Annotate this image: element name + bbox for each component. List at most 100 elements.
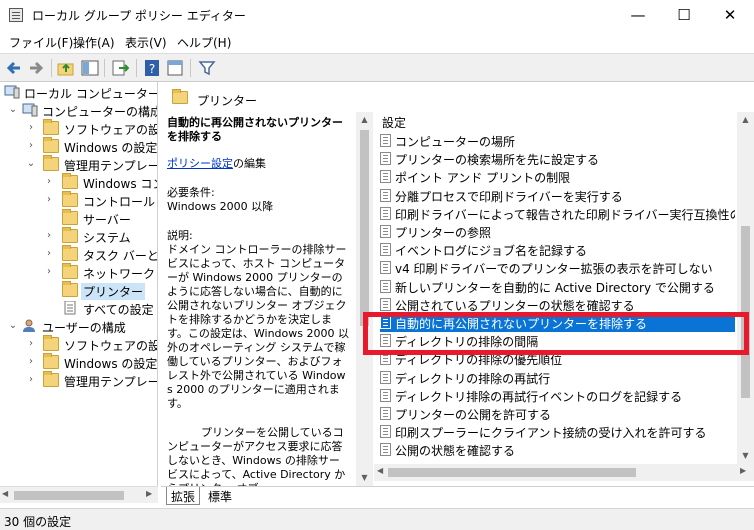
policy-setting-icon bbox=[380, 407, 391, 420]
setting-row[interactable]: 新しいプリンターを自動的に Active Directory で公開する bbox=[380, 278, 735, 296]
help-icon[interactable]: ? bbox=[143, 59, 161, 77]
close-button[interactable]: ✕ bbox=[707, 0, 753, 31]
setting-label: 自動的に再公開されないプリンターを排除する bbox=[395, 317, 648, 331]
scroll-thumb[interactable] bbox=[360, 130, 369, 326]
setting-row[interactable]: 公開されているプリンターの状態を確認する bbox=[380, 296, 735, 314]
chevron-right-icon[interactable]: › bbox=[44, 230, 54, 241]
policy-setting-icon bbox=[380, 243, 391, 257]
policy-setting-icon bbox=[380, 388, 391, 402]
description-scrollbar[interactable]: ▲ ▼ bbox=[356, 112, 373, 486]
maximize-button[interactable]: ☐ bbox=[661, 0, 707, 31]
minimize-button[interactable]: — bbox=[615, 0, 661, 31]
setting-row[interactable]: ディレクトリ排除の再試行イベントのログを記録する bbox=[380, 387, 735, 405]
scroll-thumb[interactable] bbox=[388, 468, 636, 477]
folder-icon bbox=[43, 371, 59, 387]
scroll-thumb[interactable] bbox=[741, 226, 750, 398]
scroll-left-icon[interactable]: ◀ bbox=[377, 466, 383, 475]
setting-row[interactable]: 公開の状態を確認する bbox=[380, 441, 735, 459]
policy-setting-icon bbox=[380, 261, 391, 275]
back-arrow-icon[interactable] bbox=[5, 59, 23, 77]
folder-icon bbox=[62, 245, 78, 261]
setting-row[interactable]: ポイント アンド プリントの制限 bbox=[380, 168, 735, 186]
setting-label: ディレクトリの排除の再試行 bbox=[395, 371, 551, 386]
setting-row[interactable]: ディレクトリの排除の間隔 bbox=[380, 332, 735, 350]
requirements-value: Windows 2000 以降 bbox=[167, 200, 274, 213]
scroll-left-icon[interactable]: ◀ bbox=[2, 489, 8, 498]
settings-page-icon bbox=[64, 301, 76, 315]
folder-icon bbox=[62, 173, 78, 189]
svg-text:?: ? bbox=[149, 62, 155, 76]
setting-label: 印刷ドライバーによって報告された印刷ドライバー実行互換性の設定... bbox=[395, 207, 735, 222]
policy-setting-icon bbox=[380, 279, 391, 293]
menu-file[interactable]: ファイル(F) bbox=[9, 34, 73, 51]
chevron-down-icon[interactable]: ⌄ bbox=[8, 104, 18, 115]
forward-arrow-icon[interactable] bbox=[27, 59, 45, 77]
description-text: ドメイン コントローラーの排除サービスによって、ホスト コンピューターが Win… bbox=[167, 243, 349, 410]
policy-setting-icon bbox=[380, 334, 391, 348]
show-hide-tree-icon[interactable] bbox=[81, 59, 99, 77]
properties-icon[interactable] bbox=[166, 59, 184, 77]
setting-row[interactable]: ディレクトリの排除の優先順位 bbox=[380, 350, 735, 368]
description-text-2: プリンターを公開しているコンピューターがアクセス要求に応答しないとき、Windo… bbox=[167, 426, 346, 486]
chevron-right-icon[interactable]: › bbox=[44, 266, 54, 277]
chevron-right-icon[interactable]: › bbox=[26, 374, 36, 385]
policy-setting-icon bbox=[380, 443, 391, 457]
menu-view[interactable]: 表示(V) bbox=[125, 34, 167, 51]
details-header: プリンター bbox=[161, 86, 754, 110]
details-header-label: プリンター bbox=[197, 94, 258, 108]
policy-settings-link[interactable]: ポリシー設定 bbox=[167, 157, 233, 170]
setting-row[interactable]: v4 印刷ドライバーでのプリンター拡張の表示を許可しない bbox=[380, 259, 735, 277]
setting-row[interactable]: 分離プロセスで印刷ドライバーを実行する bbox=[380, 187, 735, 205]
setting-row[interactable]: ディレクトリの排除の再試行 bbox=[380, 369, 735, 387]
settings-list-scrollbar[interactable]: ▲ ▼ bbox=[737, 112, 754, 464]
setting-row[interactable]: コンピューターの場所 bbox=[380, 132, 735, 150]
menu-help[interactable]: ヘルプ(H) bbox=[177, 34, 231, 51]
folder-icon bbox=[43, 137, 59, 153]
filter-icon[interactable] bbox=[198, 59, 216, 77]
setting-row[interactable]: プリンターの検索場所を先に設定する bbox=[380, 150, 735, 168]
chevron-right-icon[interactable]: › bbox=[26, 122, 36, 133]
menu-action[interactable]: 操作(A) bbox=[73, 34, 115, 51]
setting-row[interactable]: 自動的に再公開されないプリンターを排除する bbox=[380, 314, 735, 332]
title-bar: ローカル グループ ポリシー エディター — ☐ ✕ bbox=[0, 0, 754, 31]
setting-label: コンピューターの場所 bbox=[395, 135, 516, 149]
chevron-right-icon[interactable]: › bbox=[26, 338, 36, 349]
settings-list-horizontal-scrollbar[interactable]: ◀ ▶ bbox=[374, 464, 754, 481]
scroll-down-icon[interactable]: ▼ bbox=[356, 470, 373, 486]
setting-label: 新しいプリンターを自動的に Active Directory で公開する bbox=[395, 280, 715, 295]
chevron-right-icon[interactable]: › bbox=[44, 194, 54, 205]
edit-line: ポリシー設定の編集 bbox=[167, 157, 266, 170]
up-folder-icon[interactable] bbox=[57, 59, 75, 77]
setting-row[interactable]: プリンターの公開を許可する bbox=[380, 405, 735, 423]
scroll-right-icon[interactable]: ▶ bbox=[740, 466, 746, 475]
chevron-right-icon[interactable]: › bbox=[26, 140, 36, 151]
setting-label: 公開されているプリンターの状態を確認する bbox=[395, 298, 635, 313]
setting-label: プリンターの参照 bbox=[395, 226, 492, 240]
window-title: ローカル グループ ポリシー エディター bbox=[32, 9, 246, 23]
setting-row[interactable]: 印刷スプーラーにクライアント接続の受け入れを許可する bbox=[380, 423, 735, 441]
tree-horizontal-scrollbar[interactable]: ◀ ▶ bbox=[0, 486, 158, 503]
menu-bar: ファイル(F) 操作(A) 表示(V) ヘルプ(H) bbox=[0, 31, 754, 53]
chevron-right-icon[interactable]: › bbox=[44, 248, 54, 259]
scroll-thumb[interactable] bbox=[14, 491, 124, 500]
setting-label: ポイント アンド プリントの制限 bbox=[395, 171, 571, 186]
scroll-down-icon[interactable]: ▼ bbox=[737, 448, 754, 464]
scroll-right-icon[interactable]: ▶ bbox=[146, 489, 152, 498]
policy-setting-icon bbox=[380, 297, 391, 311]
chevron-right-icon[interactable]: › bbox=[44, 176, 54, 187]
chevron-down-icon[interactable]: ⌄ bbox=[26, 158, 36, 169]
export-list-icon[interactable] bbox=[111, 59, 129, 77]
scroll-up-icon[interactable]: ▲ bbox=[356, 112, 373, 128]
setting-row[interactable]: プリンターの参照 bbox=[380, 223, 735, 241]
chevron-right-icon[interactable]: › bbox=[26, 356, 36, 367]
setting-row[interactable]: 印刷ドライバーによって報告された印刷ドライバー実行互換性の設定... bbox=[380, 205, 735, 223]
status-bar: 30 個の設定 bbox=[0, 508, 754, 530]
tab-extended[interactable]: 拡張 bbox=[166, 487, 201, 505]
folder-open-icon bbox=[172, 89, 188, 104]
tab-standard[interactable]: 標準 bbox=[204, 487, 236, 505]
chevron-down-icon[interactable]: ⌄ bbox=[8, 320, 18, 331]
setting-row[interactable]: イベントログにジョブ名を記録する bbox=[380, 241, 735, 259]
description-label: 説明: bbox=[167, 229, 193, 242]
scroll-up-icon[interactable]: ▲ bbox=[737, 112, 754, 128]
column-header-setting[interactable]: 設定 bbox=[374, 112, 754, 130]
